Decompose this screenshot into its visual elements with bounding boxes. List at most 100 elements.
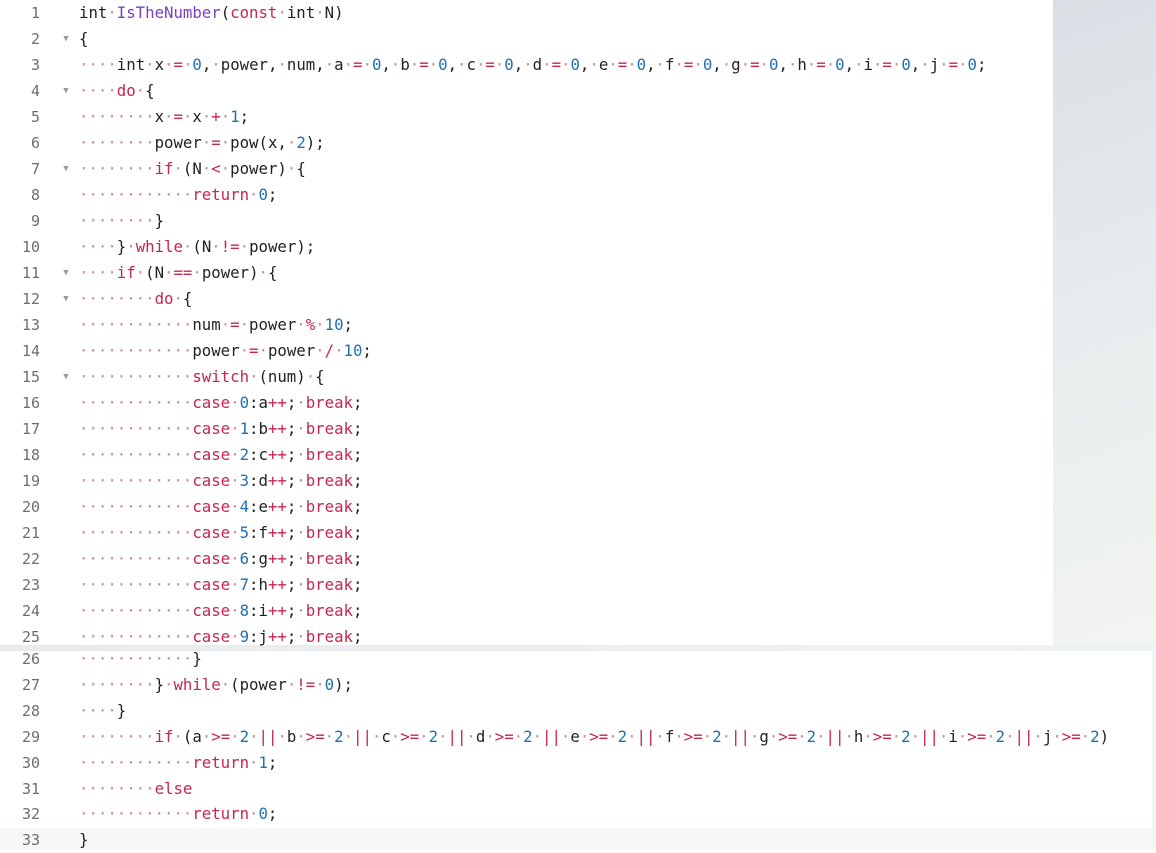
code-line[interactable]: 4 ▼ ····do·{: [0, 78, 1156, 104]
code-token: if: [154, 159, 174, 178]
code-line[interactable]: 16 ············case·0:a++;·break;: [0, 390, 1156, 416]
code-line[interactable]: 1 int·IsTheNumber(const·int·N): [0, 0, 1156, 26]
code-token: 10: [343, 341, 363, 360]
code-token: ·: [891, 55, 902, 74]
code-token: ;: [267, 752, 278, 772]
code-token: ·: [230, 726, 240, 746]
fold-toggle-icon[interactable]: ▼: [60, 78, 72, 104]
code-text: ····do·{: [79, 78, 155, 104]
code-token: ·: [816, 726, 826, 746]
code-line[interactable]: 2 ▼ {: [0, 26, 1156, 52]
code-line[interactable]: 19 ············case·3:d++;·break;: [0, 468, 1156, 494]
code-token: x: [154, 55, 165, 74]
code-line[interactable]: 31 ········else: [0, 776, 1156, 802]
code-token: ·: [296, 497, 306, 516]
code-token: ·: [230, 523, 240, 542]
code-line[interactable]: 22 ············case·6:g++;·break;: [0, 546, 1156, 572]
code-line[interactable]: 10 ····}·while·(N·!=·power);: [0, 234, 1156, 260]
code-token: ·: [768, 726, 779, 746]
code-token: return: [192, 752, 250, 772]
code-token: ,: [579, 55, 590, 74]
code-text: ············num·=·power·%·10;: [79, 312, 353, 338]
code-token: ·: [230, 549, 240, 568]
fold-toggle-icon[interactable]: ▼: [60, 26, 72, 52]
code-token: 9: [239, 627, 250, 646]
code-line[interactable]: 21 ············case·5:f++;·break;: [0, 520, 1156, 546]
code-line[interactable]: 15 ▼ ············switch·(num)·{: [0, 364, 1156, 390]
code-line[interactable]: 17 ············case·1:b++;·break;: [0, 416, 1156, 442]
fold-toggle-icon[interactable]: ▼: [60, 260, 72, 286]
code-token: b: [286, 726, 297, 746]
code-line[interactable]: 14 ············power·=·power·/·10;: [0, 338, 1156, 364]
code-token: ·: [277, 55, 287, 74]
code-token: ·: [182, 107, 193, 126]
code-token: ·: [220, 107, 231, 126]
code-text: ············return·1;: [79, 750, 277, 776]
code-token: =: [173, 55, 183, 74]
code-token: ····: [79, 263, 117, 282]
code-token: ·: [211, 237, 221, 256]
code-token: ·: [277, 726, 287, 746]
code-token: ,: [778, 55, 788, 74]
code-line[interactable]: 13 ············num·=·power·%·10;: [0, 312, 1156, 338]
code-token: =: [750, 55, 760, 74]
code-editor[interactable]: 1 int·IsTheNumber(const·int·N) 2 ▼{3 ····int…: [0, 0, 1156, 850]
code-token: =: [551, 55, 562, 74]
code-token: {: [267, 263, 278, 282]
code-line[interactable]: 30 ············return·1;: [0, 750, 1156, 776]
code-token: d: [532, 55, 543, 74]
fold-toggle-icon[interactable]: ▼: [60, 364, 72, 390]
code-line[interactable]: 7 ▼ ········if·(N·<·power)·{: [0, 156, 1156, 182]
code-line[interactable]: 3 ····int·x·=·0,·power,·num,·a·=·0,·b·=·0…: [0, 52, 1156, 78]
code-token: power: [249, 315, 297, 334]
code-token: ·: [286, 133, 297, 152]
code-token: }: [79, 830, 89, 850]
code-token: do: [116, 81, 136, 100]
code-token: ·: [920, 55, 930, 74]
code-token: 7: [239, 575, 250, 594]
code-line[interactable]: 8 ············return·0;: [0, 182, 1156, 208]
code-line[interactable]: 27 ········}·while·(power·!=·0);: [0, 672, 1156, 698]
code-token: ;: [286, 393, 297, 412]
code-token: 5: [239, 523, 250, 542]
code-token: 2: [296, 133, 306, 152]
fold-toggle-icon[interactable]: ▼: [60, 286, 72, 312]
code-line[interactable]: 24 ············case·8:i++;·break;: [0, 598, 1156, 624]
fold-toggle-icon[interactable]: ▼: [60, 156, 72, 182]
line-number: 21: [21, 524, 40, 542]
code-token: power: [239, 674, 287, 694]
code-line[interactable]: 9 ········}: [0, 208, 1156, 234]
code-token: x: [154, 107, 165, 126]
code-line[interactable]: 6 ········power·=·pow(x,·2);: [0, 130, 1156, 156]
code-token: ·: [296, 523, 306, 542]
line-number: 4: [30, 82, 40, 100]
code-token: g: [258, 549, 268, 568]
code-line[interactable]: 23 ············case·7:h++;·break;: [0, 572, 1156, 598]
code-token: ·: [513, 726, 524, 746]
code-line[interactable]: 5 ········x·=·x·+·1;: [0, 104, 1156, 130]
code-line[interactable]: 12 ▼ ········do·{: [0, 286, 1156, 312]
code-token: !=: [220, 237, 240, 256]
line-number: 22: [21, 550, 40, 568]
code-line[interactable]: 32 ············return·0;: [0, 801, 1156, 827]
code-token: 2: [428, 726, 439, 746]
code-line[interactable]: 33}: [0, 827, 1156, 853]
code-line[interactable]: 11 ▼ ····if·(N·==·power)·{: [0, 260, 1156, 286]
code-token: ,: [447, 55, 458, 74]
code-line[interactable]: 28 ····}: [0, 698, 1156, 724]
code-line[interactable]: 18 ············case·2:c++;·break;: [0, 442, 1156, 468]
code-token: power: [154, 133, 202, 152]
code-token: ············: [79, 549, 193, 568]
line-number: 31: [21, 779, 40, 798]
code-token: ·: [230, 419, 240, 438]
code-line[interactable]: 29 ········if·(a·>=·2·||·b·>=·2·||·c·>=·2…: [0, 724, 1156, 750]
code-token: ············: [79, 497, 193, 516]
code-token: ,: [712, 55, 722, 74]
code-token: 0: [192, 55, 202, 74]
code-token: ;: [352, 575, 363, 594]
code-token: !=: [296, 674, 316, 694]
code-token: }: [116, 700, 127, 720]
code-token: ·: [296, 315, 306, 334]
code-line[interactable]: 20 ············case·4:e++;·break;: [0, 494, 1156, 520]
code-line[interactable]: 26 ············}: [0, 646, 1156, 672]
